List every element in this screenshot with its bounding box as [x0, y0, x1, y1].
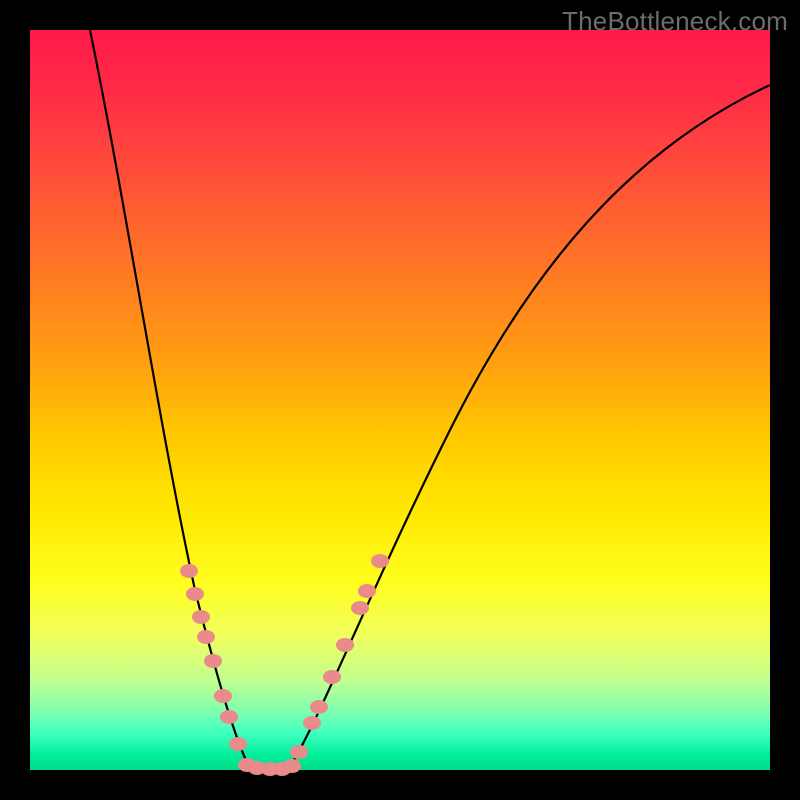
data-marker: [303, 716, 321, 730]
curve-layer: [30, 30, 770, 770]
data-marker: [180, 564, 198, 578]
curve-left: [90, 30, 260, 770]
data-marker: [323, 670, 341, 684]
plot-area: [30, 30, 770, 770]
data-marker: [186, 587, 204, 601]
data-marker: [351, 601, 369, 615]
data-marker: [290, 745, 308, 759]
data-marker: [336, 638, 354, 652]
data-marker: [229, 737, 247, 751]
curve-right: [288, 85, 770, 770]
data-marker: [204, 654, 222, 668]
data-marker: [358, 584, 376, 598]
data-marker: [371, 554, 389, 568]
data-marker: [283, 759, 301, 773]
data-marker: [214, 689, 232, 703]
data-marker: [197, 630, 215, 644]
data-marker: [220, 710, 238, 724]
watermark-text: TheBottleneck.com: [562, 6, 788, 37]
data-marker: [310, 700, 328, 714]
data-marker: [192, 610, 210, 624]
